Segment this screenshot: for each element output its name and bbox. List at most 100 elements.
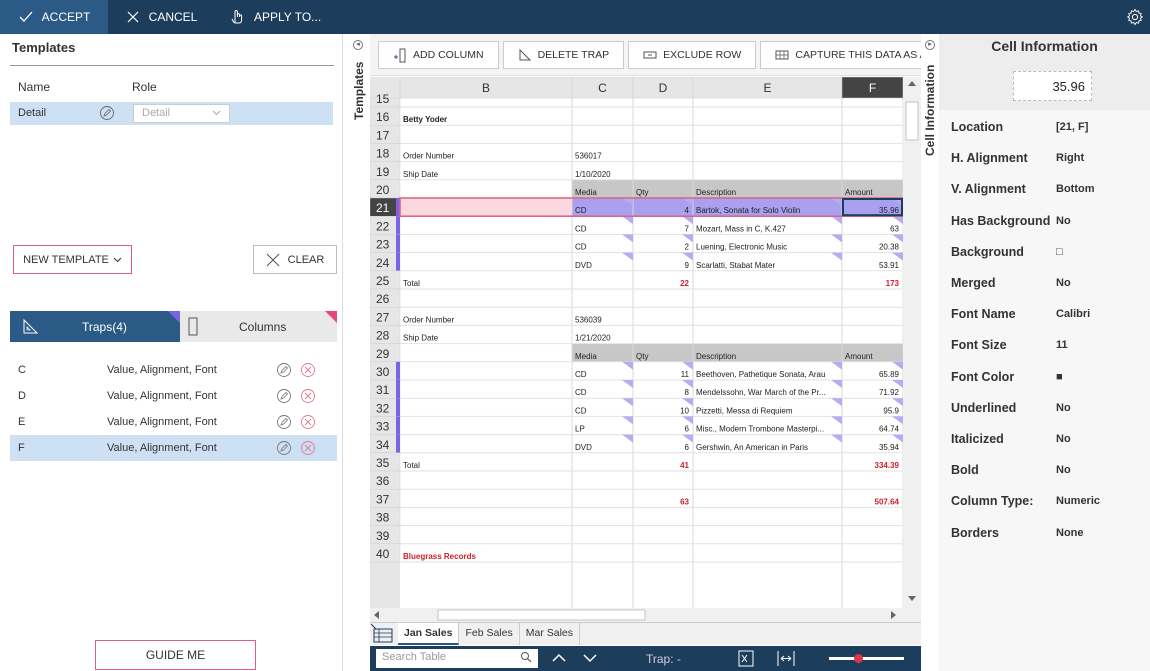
cell-value: 64.74 [879, 425, 900, 434]
cell-value: Betty Yoder [403, 115, 447, 124]
edit-icon[interactable] [276, 362, 292, 378]
row-number: 32 [376, 401, 390, 415]
property-value: ■ [1056, 370, 1063, 383]
tab-traps[interactable]: Traps(4) [10, 311, 180, 342]
cell-value: Qty [636, 188, 648, 197]
cell-value: 95.9 [883, 406, 899, 415]
tab-columns[interactable]: Columns [180, 311, 337, 342]
chevron-down-icon[interactable] [582, 652, 598, 664]
cell-value: Description [696, 188, 736, 197]
trap-corner-marker [168, 311, 180, 323]
trap-description: Value, Alignment, Font [107, 442, 217, 454]
guide-me-button[interactable]: GUIDE ME [95, 640, 256, 670]
new-template-button[interactable]: NEW TEMPLATE [13, 245, 132, 274]
delete-icon[interactable] [300, 388, 316, 404]
fit-width-icon[interactable] [776, 649, 796, 668]
accept-label: ACCEPT [41, 10, 91, 24]
cell-info-title: Cell Information [991, 38, 1098, 54]
list-item[interactable]: E Value, Alignment, Font [10, 409, 337, 435]
property-value: 11 [1056, 339, 1068, 352]
grid-canvas[interactable]: B C D E F1516 Betty Yoder1718 Order Number 5360… [370, 77, 921, 644]
cell-value: Mendelssohn, War March of the Pr... [696, 388, 826, 397]
trap-row-marker [396, 361, 400, 380]
add-column-button[interactable]: ADD COLUMN [378, 40, 499, 69]
list-item[interactable]: C Value, Alignment, Font [10, 357, 337, 383]
cell-value: Amount [845, 188, 873, 197]
h-scrollbar-thumb[interactable] [437, 609, 646, 621]
cell-value: Misc., Modern Trombone Masterpi... [696, 425, 824, 434]
close-icon [127, 11, 139, 23]
sheet-list-icon[interactable] [370, 623, 398, 645]
excel-icon[interactable] [737, 649, 755, 668]
accept-button[interactable]: ACCEPT [0, 0, 108, 34]
traps-columns-tabs: Traps(4) Columns [10, 311, 337, 342]
row-number: 33 [376, 420, 390, 434]
trap-row-marker [396, 380, 400, 399]
search-table-input[interactable]: Search Table [376, 649, 538, 668]
zoom-slider-handle[interactable] [854, 654, 863, 663]
template-name: Detail [18, 107, 47, 119]
cell-value: Bartok, Sonata for Solo Violin [696, 206, 800, 215]
delete-icon[interactable] [300, 362, 316, 378]
edit-icon[interactable] [276, 388, 292, 404]
sheet-tab-mar[interactable]: Mar Sales [519, 623, 580, 645]
property-label: Location [951, 120, 1004, 134]
gear-icon[interactable] [1126, 8, 1144, 26]
collapse-left-icon[interactable]: ◂ [353, 40, 363, 50]
property-label: Font Name [951, 307, 1016, 322]
edit-icon[interactable] [276, 440, 292, 456]
property-value: Calibri [1056, 308, 1091, 321]
cancel-label: CANCEL [148, 10, 198, 24]
row-number: 19 [376, 165, 390, 179]
trap-column: D [18, 390, 26, 402]
cell-value: 334.39 [875, 461, 900, 470]
spreadsheet-grid[interactable]: B C D E F 15 16 Betty Yoder 17 18 Order Number 5360… [370, 77, 921, 644]
delete-trap-button[interactable]: DELETE TRAP [502, 40, 625, 69]
cell-info-side-label: Cell Information [923, 64, 937, 156]
cell-value: 71.92 [879, 388, 900, 397]
column-header-label: E [763, 81, 771, 95]
delete-icon[interactable] [300, 414, 316, 430]
list-item[interactable]: D Value, Alignment, Font [10, 383, 337, 409]
clear-button[interactable]: CLEAR [253, 245, 337, 274]
apply-to-button[interactable]: APPLY TO... [214, 0, 337, 34]
row-number: 22 [376, 219, 390, 233]
edit-icon[interactable] [276, 414, 292, 430]
bottom-bar: Search Table Trap: - [370, 646, 921, 671]
scrollbar-thumb[interactable] [905, 101, 919, 141]
role-select[interactable]: Detail [133, 104, 230, 123]
row-number: 36 [376, 474, 390, 488]
delete-icon[interactable] [300, 440, 316, 456]
trap-column: E [18, 416, 26, 428]
search-icon[interactable] [520, 651, 532, 663]
templates-panel: Templates Name Role Detail Detail NEW TE… [0, 34, 343, 671]
cell-value: CD [575, 406, 587, 415]
delete-trap-label: DELETE TRAP [537, 48, 610, 61]
cell-value: 1/10/2020 [575, 170, 611, 179]
trap-row-marker [396, 234, 400, 253]
check-icon [19, 11, 33, 22]
trap-row-marker [396, 398, 400, 417]
clear-label: CLEAR [287, 253, 325, 266]
template-row[interactable]: Detail Detail [10, 102, 333, 125]
row-number: 24 [376, 256, 390, 270]
cell-info-side-tab[interactable]: ▸ Cell Information [921, 34, 939, 671]
row-number: 35 [376, 456, 390, 470]
templates-title: Templates [12, 40, 76, 55]
trap-description: Value, Alignment, Font [107, 390, 217, 402]
property-value: No [1056, 433, 1071, 445]
vertical-scrollbar[interactable] [903, 77, 921, 644]
collapse-right-icon[interactable]: ▸ [925, 40, 935, 50]
cell-value: 4 [685, 206, 690, 215]
list-item[interactable]: F Value, Alignment, Font [10, 435, 337, 461]
capture-data-button[interactable]: CAPTURE THIS DATA AS AN AP [760, 40, 921, 69]
templates-side-tab[interactable]: ◂ Templates [344, 34, 370, 671]
cancel-button[interactable]: CANCEL [108, 0, 214, 34]
row-number: 27 [376, 310, 390, 324]
sheet-tab-feb[interactable]: Feb Sales [459, 623, 520, 645]
chevron-up-icon[interactable] [551, 652, 567, 664]
exclude-row-button[interactable]: EXCLUDE ROW [628, 40, 757, 69]
zoom-slider[interactable] [829, 654, 904, 663]
sheet-tab-jan[interactable]: Jan Sales [398, 623, 460, 645]
edit-icon[interactable] [99, 105, 115, 121]
